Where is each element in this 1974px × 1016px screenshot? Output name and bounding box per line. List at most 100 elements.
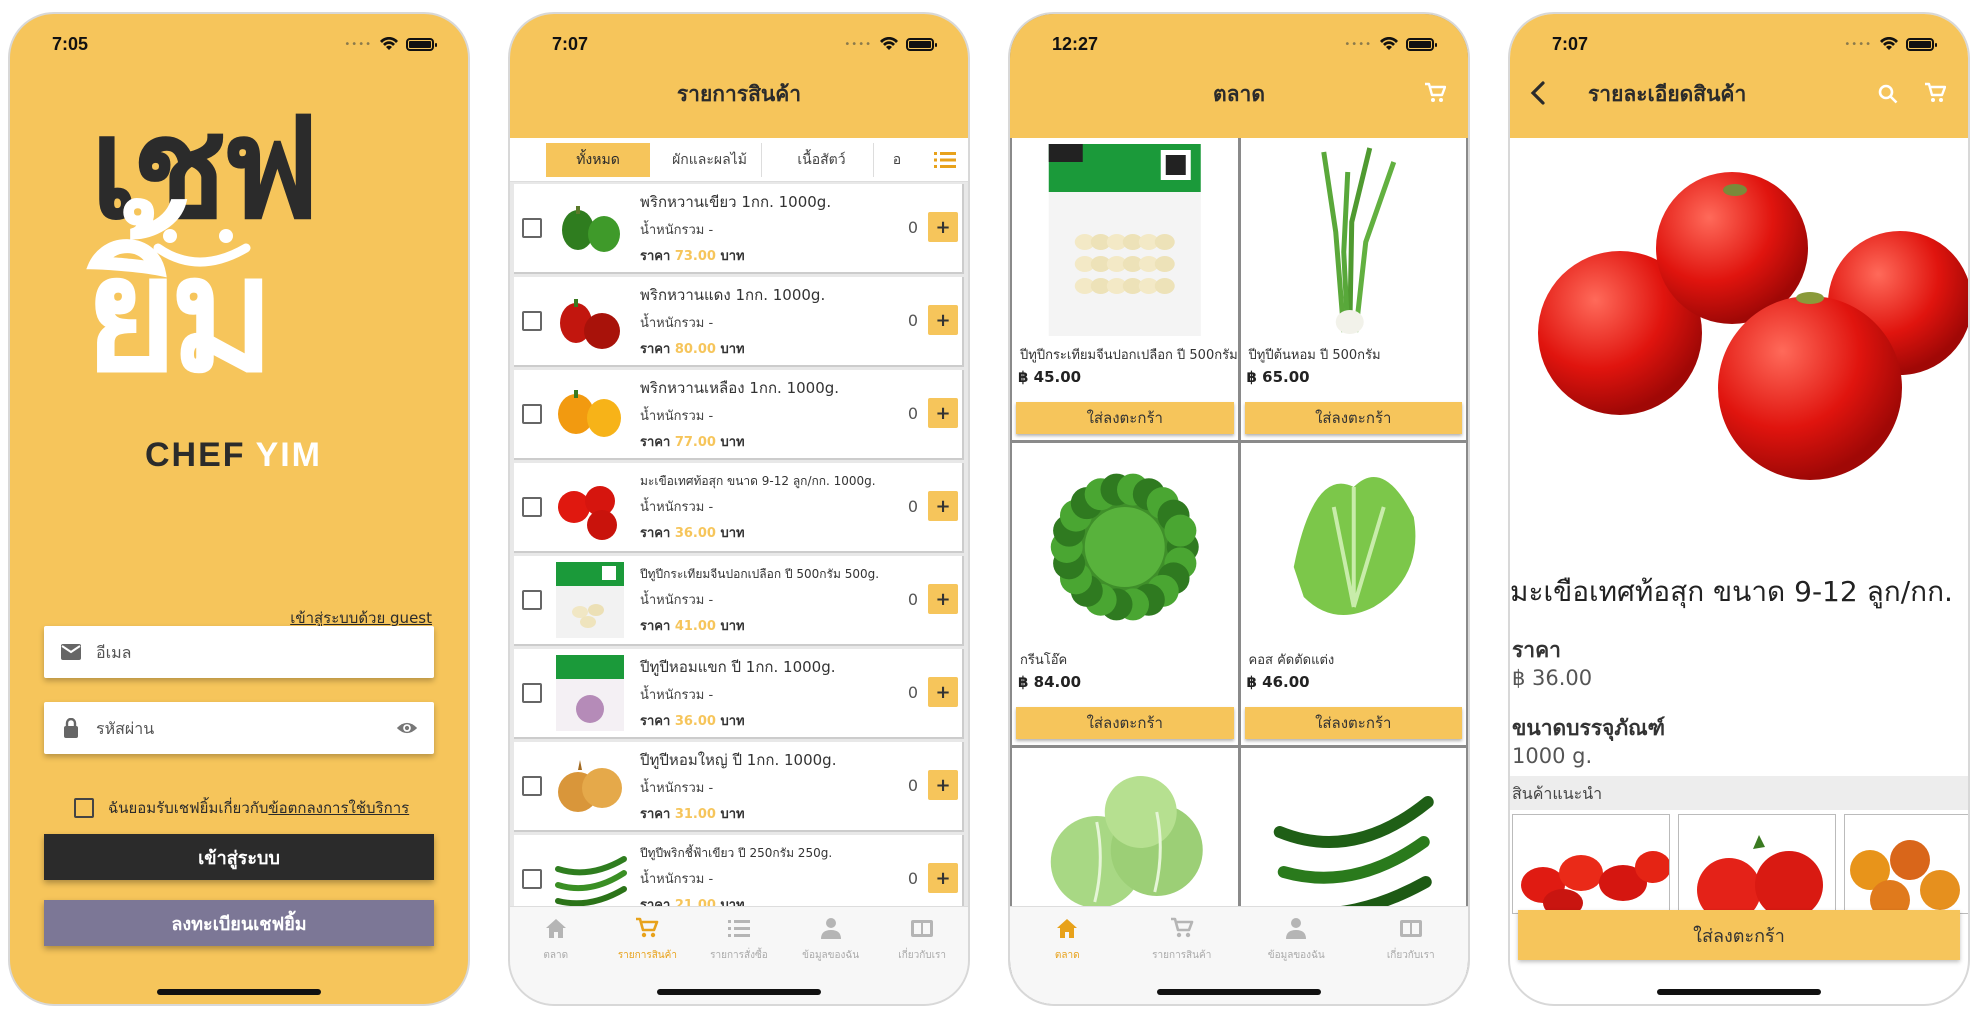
add-quantity-button[interactable]: + (928, 584, 958, 614)
product-row[interactable]: พริกหวานเหลือง 1กก. 1000g. น้ำหนักรวม - … (514, 370, 964, 460)
login-button[interactable]: เข้าสู่ระบบ (44, 834, 434, 880)
product-name: มะเขือเทศท้อสุก ขนาด 9-12 ลูก/กก. 1000g. (640, 473, 876, 488)
quantity-value: 0 (907, 683, 918, 702)
product-list: พริกหวานเขียว 1กก. 1000g. น้ำหนักรวม - ร… (510, 184, 968, 928)
row-checkbox[interactable] (522, 311, 542, 331)
home-indicator (1657, 989, 1821, 995)
product-name: ปีทูปีกระเทียมจีนปอกเปลือก ปี 500กรัม (1020, 348, 1238, 363)
cart-icon[interactable] (1424, 82, 1446, 104)
tab-label: รายการสินค้า (617, 950, 677, 961)
signal-icon: •••• (1844, 38, 1872, 50)
market-screen: 12:27 •••• ตลาด ปีทูปีกระเทียมจีนปอกเปลื… (1008, 12, 1470, 1006)
wifi-icon (880, 37, 898, 50)
eye-icon[interactable] (396, 717, 418, 739)
product-image (1020, 142, 1230, 338)
email-input[interactable] (96, 642, 418, 662)
tab-home[interactable]: ตลาด (510, 917, 602, 1004)
add-to-cart-button[interactable]: ใส่ลงตะกร้า (1518, 910, 1960, 960)
product-image (1249, 142, 1459, 338)
recommended-item[interactable] (1844, 814, 1968, 914)
email-field[interactable] (44, 626, 434, 678)
tab-book[interactable]: เกี่ยวกับเรา (876, 917, 968, 1004)
add-quantity-button[interactable]: + (928, 770, 958, 800)
price-text: ราคา 80.00 บาท (640, 342, 745, 357)
tab-book[interactable]: เกี่ยวกับเรา (1354, 917, 1469, 1004)
product-card[interactable]: คอส คัดตัดแต่ง ฿ 46.00 ใส่ลงตะกร้า (1240, 443, 1466, 745)
package-size-label: ขนาดบรรจุภัณฑ์ (1512, 716, 1666, 740)
status-bar: 12:27 •••• (1010, 14, 1468, 74)
lock-icon (60, 717, 82, 739)
terms-link[interactable]: ข้อตกลงการใช้บริการ (268, 799, 409, 817)
product-row[interactable]: ปีทูปีหอมใหญ่ ปี 1กก. 1000g. น้ำหนักรวม … (514, 742, 964, 832)
product-thumbnail (550, 281, 630, 361)
add-to-cart-button[interactable]: ใส่ลงตะกร้า (1016, 402, 1234, 434)
add-quantity-button[interactable]: + (928, 677, 958, 707)
add-to-cart-button[interactable]: ใส่ลงตะกร้า (1244, 402, 1462, 434)
register-button[interactable]: ลงทะเบียนเชฟยิ้ม (44, 900, 434, 946)
quantity-value: 0 (907, 869, 918, 888)
product-thumbnail (550, 188, 630, 268)
product-price: ฿ 65.00 (1246, 368, 1310, 386)
row-checkbox[interactable] (522, 404, 542, 424)
page-title: รายละเอียดสินค้า (1588, 82, 1747, 106)
product-image (1249, 447, 1459, 643)
product-price: ฿ 45.00 (1018, 368, 1082, 386)
product-row[interactable]: พริกหวานเขียว 1กก. 1000g. น้ำหนักรวม - ร… (514, 184, 964, 274)
battery-icon (906, 37, 937, 51)
tab-vegetables[interactable]: ผักและผลไม้ (658, 142, 762, 177)
password-field[interactable] (44, 702, 434, 754)
tab-all[interactable]: ทั้งหมด (546, 142, 650, 177)
product-row[interactable]: มะเขือเทศท้อสุก ขนาด 9-12 ลูก/กก. 1000g.… (514, 463, 964, 553)
price-text: ราคา 77.00 บาท (640, 435, 745, 450)
product-name: พริกหวานแดง 1กก. 1000g. (640, 286, 826, 304)
add-quantity-button[interactable]: + (928, 212, 958, 242)
search-icon[interactable] (1878, 84, 1898, 104)
product-list-screen: 7:07 •••• รายการสินค้า ทั้งหมด ผักและผลไ… (508, 12, 970, 1006)
tab-home[interactable]: ตลาด (1010, 917, 1125, 1004)
row-checkbox[interactable] (522, 776, 542, 796)
home-icon (544, 917, 568, 942)
add-to-cart-button[interactable]: ใส่ลงตะกร้า (1244, 707, 1462, 739)
product-price: ฿ 46.00 (1246, 673, 1310, 691)
add-quantity-button[interactable]: + (928, 491, 958, 521)
price-text: ราคา 73.00 บาท (640, 249, 745, 264)
quantity-value: 0 (907, 590, 918, 609)
product-thumbnail (550, 467, 630, 547)
list-view-icon[interactable] (934, 151, 956, 169)
tab-meat[interactable]: เนื้อสัตว์ (770, 142, 874, 177)
status-time: 7:05 (52, 33, 89, 54)
recommended-item[interactable] (1512, 814, 1670, 914)
product-card[interactable]: ปีทูปีกระเทียมจีนปอกเปลือก ปี 500กรัม ฿ … (1012, 138, 1238, 440)
password-input[interactable] (96, 718, 396, 738)
product-name: ปีทูปีต้นหอม ปี 500กรัม (1248, 348, 1381, 363)
row-checkbox[interactable] (522, 683, 542, 703)
recommended-item[interactable] (1678, 814, 1836, 914)
add-quantity-button[interactable]: + (928, 305, 958, 335)
back-arrow-icon[interactable] (1526, 80, 1552, 106)
row-checkbox[interactable] (522, 497, 542, 517)
product-name: มะเขือเทศท้อสุก ขนาด 9-12 ลูก/กก. (1510, 575, 1953, 608)
add-quantity-button[interactable]: + (928, 398, 958, 428)
add-to-cart-button[interactable]: ใส่ลงตะกร้า (1016, 707, 1234, 739)
row-checkbox[interactable] (522, 869, 542, 889)
product-row[interactable]: ปีทูปีหอมแขก ปี 1กก. 1000g. น้ำหนักรวม -… (514, 649, 964, 739)
battery-icon (1906, 37, 1937, 51)
wifi-icon (1880, 37, 1898, 50)
product-row[interactable]: พริกหวานแดง 1กก. 1000g. น้ำหนักรวม - ราค… (514, 277, 964, 367)
home-icon (1055, 917, 1079, 942)
logo-english: CHEF YIM (145, 436, 323, 474)
signal-icon: •••• (344, 38, 372, 50)
status-time: 12:27 (1052, 33, 1099, 54)
product-card[interactable]: กรีนโอ๊ค ฿ 84.00 ใส่ลงตะกร้า (1012, 443, 1238, 745)
row-checkbox[interactable] (522, 590, 542, 610)
mail-icon (60, 641, 82, 663)
product-card[interactable]: ปีทูปีต้นหอม ปี 500กรัม ฿ 65.00 ใส่ลงตะก… (1240, 138, 1466, 440)
product-row[interactable]: ปีทูปีกระเทียมจีนปอกเปลือก ปี 500กรัม 50… (514, 556, 964, 646)
row-checkbox[interactable] (522, 218, 542, 238)
header: 7:07 •••• รายการสินค้า (510, 14, 968, 138)
terms-checkbox[interactable] (74, 798, 94, 818)
tab-more[interactable]: อ (882, 143, 912, 177)
product-name: ปีทูปีหอมใหญ่ ปี 1กก. 1000g. (640, 751, 837, 769)
add-quantity-button[interactable]: + (928, 863, 958, 893)
cart-icon[interactable] (1924, 82, 1946, 104)
